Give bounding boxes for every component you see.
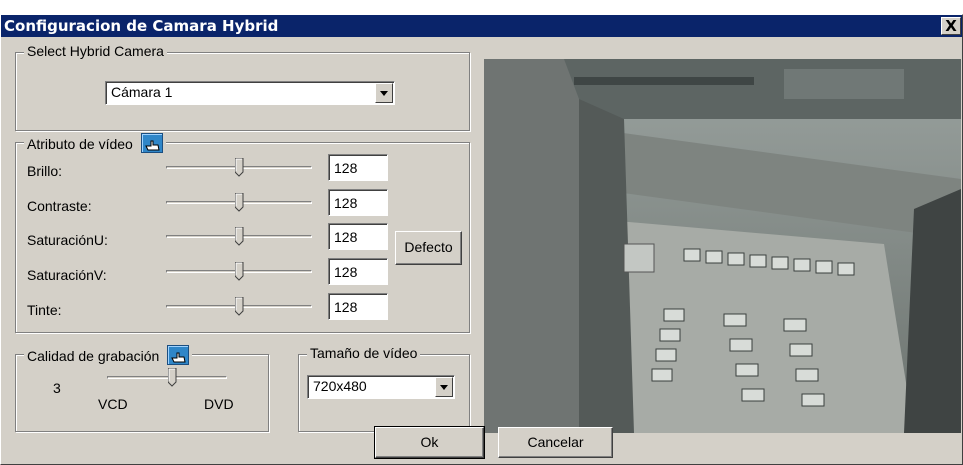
attribute-slider[interactable] <box>166 157 312 178</box>
camera-select-dropdown[interactable]: Cámara 1 <box>105 81 395 105</box>
quality-max-label: DVD <box>204 396 234 412</box>
cancel-button[interactable]: Cancelar <box>498 427 613 458</box>
camera-select-value: Cámara 1 <box>111 84 173 100</box>
close-button[interactable]: X <box>941 17 961 35</box>
chevron-down-icon[interactable] <box>435 377 453 397</box>
video-attributes-title: Atributo de vídeo <box>27 136 133 152</box>
attribute-slider[interactable] <box>166 226 312 247</box>
recording-quality-title: Calidad de grabación <box>27 348 160 364</box>
camera-select-legend: Select Hybrid Camera <box>24 43 167 59</box>
default-button[interactable]: Defecto <box>395 231 462 265</box>
quality-slider[interactable] <box>107 367 227 388</box>
chevron-down-icon[interactable] <box>375 83 393 103</box>
attribute-slider-thumb[interactable] <box>234 192 244 212</box>
attribute-value-input[interactable]: 128 <box>328 258 388 285</box>
quality-min-label: VCD <box>98 396 128 412</box>
attribute-slider-thumb[interactable] <box>234 157 244 177</box>
attribute-label: Brillo: <box>27 163 63 179</box>
camera-config-dialog: Configuracion de Camara Hybrid X Select … <box>0 14 963 465</box>
attribute-slider-thumb[interactable] <box>234 261 244 281</box>
hand-pointer-icon[interactable] <box>140 133 163 153</box>
attribute-slider[interactable] <box>166 296 312 317</box>
attribute-label: SaturaciónU: <box>27 232 108 248</box>
video-size-dropdown[interactable]: 720x480 <box>307 375 455 399</box>
video-size-value: 720x480 <box>313 378 367 394</box>
video-size-legend: Tamaño de vídeo <box>307 345 421 361</box>
attribute-label: Tinte: <box>27 302 62 318</box>
attribute-label: SaturaciónV: <box>27 267 107 283</box>
window-title: Configuracion de Camara Hybrid <box>4 17 279 35</box>
quality-slider-thumb[interactable] <box>167 367 177 387</box>
ok-button[interactable]: Ok <box>374 426 485 459</box>
attribute-value-input[interactable]: 128 <box>328 293 388 320</box>
attribute-slider-thumb[interactable] <box>234 296 244 316</box>
attribute-slider[interactable] <box>166 192 312 213</box>
attribute-slider-thumb[interactable] <box>234 226 244 246</box>
close-icon: X <box>945 17 957 35</box>
video-attributes-legend: Atributo de vídeo <box>24 133 166 153</box>
attribute-value-input[interactable]: 128 <box>328 154 388 181</box>
attribute-label: Contraste: <box>27 198 92 214</box>
attribute-value-input[interactable]: 128 <box>328 223 388 250</box>
quality-value: 3 <box>53 380 61 396</box>
camera-preview <box>484 59 961 433</box>
camera-preview-image <box>484 59 961 433</box>
attribute-slider[interactable] <box>166 261 312 282</box>
recording-quality-legend: Calidad de grabación <box>24 345 193 365</box>
attribute-value-input[interactable]: 128 <box>328 189 388 216</box>
quality-slider-track <box>107 376 227 379</box>
hand-pointer-icon[interactable] <box>167 345 190 365</box>
title-bar: Configuracion de Camara Hybrid X <box>1 15 962 37</box>
